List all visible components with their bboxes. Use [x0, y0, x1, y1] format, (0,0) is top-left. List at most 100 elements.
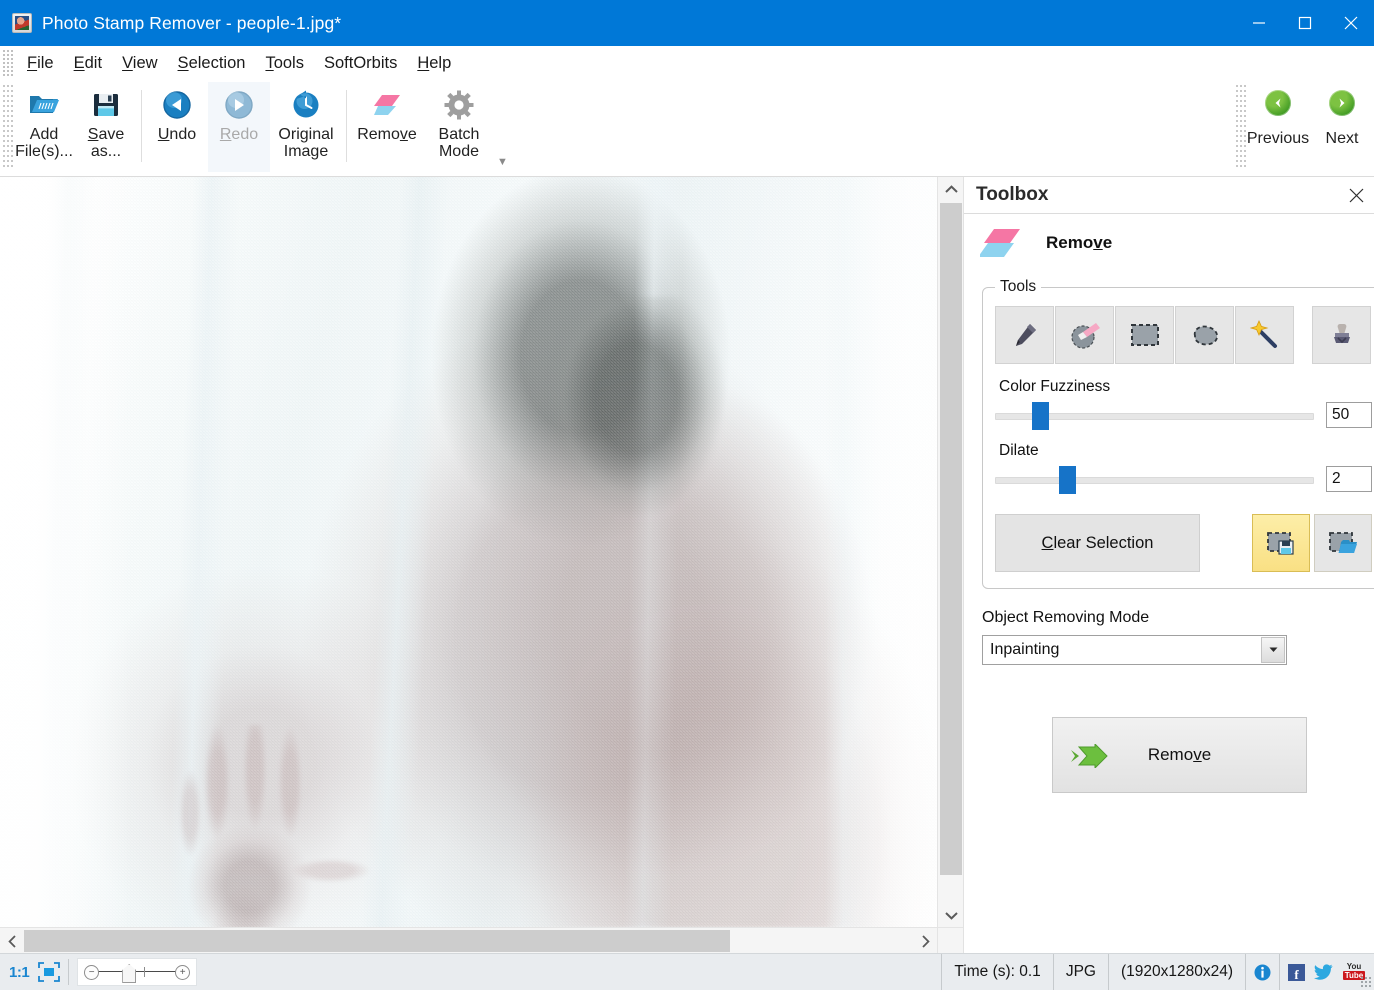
marker-tool-button[interactable]	[995, 306, 1054, 364]
zoom-out-icon[interactable]: −	[84, 965, 100, 980]
original-image-button[interactable]: Original Image	[270, 82, 342, 172]
menu-grip-handle[interactable]	[3, 50, 13, 76]
chevron-down-icon[interactable]	[1261, 637, 1285, 663]
previous-label: Previous	[1246, 130, 1310, 147]
scroll-right-arrow-icon[interactable]	[913, 928, 937, 954]
scroll-down-arrow-icon[interactable]	[938, 903, 964, 927]
next-label: Next	[1325, 130, 1359, 147]
close-button[interactable]	[1328, 0, 1374, 46]
previous-button[interactable]: Previous	[1246, 80, 1310, 164]
app-photo-icon	[12, 13, 32, 33]
next-arrow-icon	[1329, 90, 1355, 116]
toolbar-overflow-button[interactable]: ▼	[497, 156, 508, 168]
history-clock-icon	[291, 88, 321, 122]
eraser-tool-button[interactable]	[1055, 306, 1114, 364]
photo-people-1[interactable]	[0, 177, 937, 927]
next-button[interactable]: Next	[1310, 80, 1374, 164]
window-controls	[1236, 0, 1374, 46]
color-fuzziness-thumb[interactable]	[1031, 402, 1049, 430]
clear-selection-label: Clear Selection	[1041, 533, 1154, 552]
horizontal-scroll-thumb[interactable]	[24, 930, 730, 952]
gear-icon	[444, 88, 474, 122]
menu-softorbits[interactable]: SoftOrbits	[314, 51, 407, 76]
redo-button[interactable]: Redo	[208, 82, 270, 172]
photo-vignette	[0, 177, 937, 927]
pencil-icon	[1015, 324, 1036, 346]
toolbox-eraser-icon	[978, 221, 1024, 265]
color-fuzziness-value[interactable]: 50	[1326, 402, 1372, 428]
scroll-left-arrow-icon[interactable]	[0, 928, 24, 954]
color-fuzziness-slider[interactable]	[995, 402, 1314, 430]
status-info-cell	[1245, 954, 1279, 990]
color-fuzziness-row: 50	[995, 402, 1372, 430]
zoom-slider[interactable]: − +	[77, 958, 198, 986]
object-removing-mode-select[interactable]: Inpainting	[982, 635, 1287, 665]
toolbar-navigation-group: Previous Next	[1236, 80, 1374, 176]
canvas-vertical-scrollbar[interactable]	[937, 177, 964, 927]
load-selection-button[interactable]	[1314, 514, 1372, 572]
remove-action-button[interactable]: Remove	[1052, 717, 1307, 793]
menu-view[interactable]: View	[112, 51, 167, 76]
clear-selection-button[interactable]: Clear Selection	[995, 514, 1200, 572]
menu-bar: File Edit View Selection Tools SoftOrbit…	[0, 46, 1374, 80]
batch-mode-button[interactable]: Batch Mode	[423, 82, 495, 172]
menu-help[interactable]: Help	[407, 51, 461, 76]
save-selection-button[interactable]	[1252, 514, 1310, 572]
lasso-select-icon	[1193, 325, 1218, 346]
undo-arrow-icon	[162, 88, 192, 122]
zoom-ratio-button[interactable]: 1:1	[9, 964, 30, 981]
magic-wand-icon	[1249, 320, 1277, 348]
scroll-up-arrow-icon[interactable]	[938, 177, 964, 201]
toolbar-grip-handle[interactable]	[3, 83, 13, 169]
window-title: Photo Stamp Remover - people-1.jpg*	[42, 12, 342, 33]
menu-file[interactable]: File	[17, 51, 64, 76]
undo-label: Undo	[157, 126, 197, 143]
stamp-icon	[1333, 324, 1350, 344]
color-fuzziness-label: Color Fuzziness	[999, 378, 1111, 395]
object-removing-mode-label: Object Removing Mode	[982, 609, 1150, 626]
redo-label: Redo	[219, 126, 259, 143]
navigation-grip-handle[interactable]	[1236, 83, 1246, 169]
facebook-icon[interactable]: f	[1288, 963, 1305, 981]
save-selection-icon	[1267, 532, 1294, 555]
menu-edit[interactable]: Edit	[64, 51, 112, 76]
save-as-button[interactable]: Save as...	[75, 82, 137, 172]
vertical-scroll-thumb[interactable]	[940, 203, 962, 875]
minimize-button[interactable]	[1236, 0, 1282, 46]
rectangle-select-tool-button[interactable]	[1115, 306, 1174, 364]
tools-group-label: Tools	[1000, 278, 1037, 295]
dilate-thumb[interactable]	[1058, 466, 1076, 494]
tools-group: Tools Color Fuzziness 50 Dilate 2 Clear …	[982, 278, 1374, 589]
dilate-slider[interactable]	[995, 466, 1314, 494]
status-format: JPG	[1052, 954, 1108, 990]
main-toolbar: Add File(s)... Save as... Undo Redo Orig…	[0, 80, 1374, 177]
lasso-select-tool-button[interactable]	[1175, 306, 1234, 364]
maximize-button[interactable]	[1282, 0, 1328, 46]
fit-screen-icon	[38, 962, 61, 982]
canvas-horizontal-scrollbar[interactable]	[0, 927, 937, 954]
remove-toolbar-label: Remove	[357, 126, 417, 143]
add-files-button[interactable]: Add File(s)...	[13, 82, 75, 172]
toolbox-close-icon[interactable]	[1343, 182, 1369, 208]
fit-to-window-button[interactable]	[38, 962, 61, 982]
previous-arrow-icon	[1265, 90, 1291, 116]
remove-toolbar-button[interactable]: Remove	[351, 82, 423, 172]
menu-tools[interactable]: Tools	[255, 51, 314, 76]
zoom-in-icon[interactable]: +	[175, 965, 191, 980]
stamp-tool-button[interactable]	[1312, 306, 1371, 364]
load-selection-icon	[1329, 532, 1357, 553]
rectangle-select-icon	[1130, 324, 1159, 346]
magic-wand-tool-button[interactable]	[1235, 306, 1294, 364]
image-canvas[interactable]	[0, 177, 963, 927]
zoom-slider-thumb[interactable]	[122, 964, 137, 983]
undo-button[interactable]: Undo	[146, 82, 208, 172]
dilate-value[interactable]: 2	[1326, 466, 1372, 492]
toolbox-mode-label: Remove	[1046, 233, 1113, 252]
menu-selection[interactable]: Selection	[168, 51, 256, 76]
zoom-slider-track	[96, 971, 179, 972]
status-bar: 1:1 − + Time (s): 0.1 JPG (1920x1280x24)	[0, 953, 1374, 990]
window-resize-grip[interactable]	[1360, 976, 1372, 988]
batch-mode-label: Batch Mode	[438, 126, 480, 161]
application-window: Photo Stamp Remover - people-1.jpg* File…	[0, 0, 1374, 990]
redo-arrow-icon	[224, 88, 254, 122]
